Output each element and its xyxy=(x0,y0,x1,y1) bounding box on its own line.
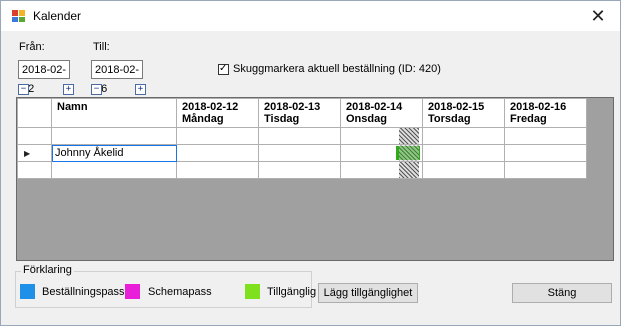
close-button[interactable]: Stäng xyxy=(512,283,612,303)
day-cell[interactable] xyxy=(340,161,423,179)
legend-label-bestallningspass: Beställningspass xyxy=(42,286,125,298)
name-cell[interactable] xyxy=(51,127,177,145)
table-row[interactable] xyxy=(17,161,587,179)
day-weekday: Tisdag xyxy=(264,113,300,125)
name-cell[interactable] xyxy=(51,161,177,179)
window-title: Kalender xyxy=(33,9,82,23)
day-cell[interactable] xyxy=(504,127,587,145)
column-header-day[interactable]: 2018-02-16 Fredag xyxy=(504,98,587,128)
current-row-arrow-icon: ▶ xyxy=(24,149,31,158)
day-cell[interactable] xyxy=(176,144,259,162)
header-row: Namn 2018-02-12 Måndag 2018-02-13 Tisdag… xyxy=(17,98,587,128)
day-date: 2018-02-13 xyxy=(264,101,321,113)
day-date: 2018-02-16 xyxy=(510,101,567,113)
day-date: 2018-02-14 xyxy=(346,101,403,113)
legend-swatch-schemapass xyxy=(125,284,140,299)
add-availability-button[interactable]: Lägg tillgänglighet xyxy=(318,283,418,303)
day-cell[interactable] xyxy=(340,144,423,162)
day-cell[interactable] xyxy=(258,161,341,179)
to-date-field[interactable]: 2018-02-16 xyxy=(91,60,143,95)
shadow-checkbox[interactable]: ✓ xyxy=(218,63,229,75)
day-date: 2018-02-12 xyxy=(182,101,239,113)
shadow-hatch xyxy=(399,162,419,178)
calendar-app-icon xyxy=(12,10,25,22)
close-window-button[interactable]: ✕ xyxy=(576,1,620,31)
shadow-hatch xyxy=(399,145,419,161)
row-header-current[interactable]: ▶ xyxy=(17,144,52,162)
day-weekday: Måndag xyxy=(182,113,224,125)
day-cell[interactable] xyxy=(176,127,259,145)
day-cell[interactable] xyxy=(422,161,505,179)
column-header-day[interactable]: 2018-02-12 Måndag xyxy=(176,98,259,128)
to-label: Till: xyxy=(93,41,110,53)
row-header[interactable] xyxy=(17,161,52,179)
legend-swatch-tillganglig xyxy=(245,284,260,299)
name-cell[interactable]: Johnny Åkelid xyxy=(51,144,177,162)
day-cell[interactable] xyxy=(176,161,259,179)
shadow-checkbox-label: Skuggmarkera aktuell beställning (ID: 42… xyxy=(233,63,441,75)
legend-title: Förklaring xyxy=(21,264,74,276)
day-weekday: Onsdag xyxy=(346,113,387,125)
day-cell[interactable] xyxy=(422,144,505,162)
table-row[interactable]: ▶ Johnny Åkelid xyxy=(17,144,587,162)
legend-label-schemapass: Schemapass xyxy=(148,286,212,298)
column-header-day[interactable]: 2018-02-15 Torsdag xyxy=(422,98,505,128)
from-plus-icon[interactable]: + xyxy=(63,84,74,95)
shadow-hatch xyxy=(399,128,419,144)
corner-header xyxy=(17,98,52,128)
column-header-day[interactable]: 2018-02-14 Onsdag xyxy=(340,98,423,128)
day-cell[interactable] xyxy=(504,144,587,162)
column-header-day[interactable]: 2018-02-13 Tisdag xyxy=(258,98,341,128)
to-minus-icon[interactable]: − xyxy=(91,84,102,95)
row-header[interactable] xyxy=(17,127,52,145)
day-cell[interactable] xyxy=(340,127,423,145)
to-plus-icon[interactable]: + xyxy=(135,84,146,95)
day-cell[interactable] xyxy=(258,127,341,145)
day-weekday: Torsdag xyxy=(428,113,471,125)
column-header-name[interactable]: Namn xyxy=(51,98,177,128)
day-cell[interactable] xyxy=(422,127,505,145)
checkmark-icon: ✓ xyxy=(219,63,228,74)
legend-label-tillganglig: Tillgänglig xyxy=(267,286,317,298)
table-row[interactable] xyxy=(17,127,587,145)
day-weekday: Fredag xyxy=(510,113,547,125)
calendar-table: Namn 2018-02-12 Måndag 2018-02-13 Tisdag… xyxy=(17,98,587,179)
title-bar: Kalender ✕ xyxy=(1,1,620,31)
from-minus-icon[interactable]: − xyxy=(18,84,29,95)
day-cell[interactable] xyxy=(504,161,587,179)
legend-swatch-bestallningspass xyxy=(20,284,35,299)
column-header-name-label: Namn xyxy=(57,101,88,113)
from-label: Från: xyxy=(19,41,45,53)
day-date: 2018-02-15 xyxy=(428,101,485,113)
kalender-window: Kalender ✕ Från: Till: 2018-02-12 2018-0… xyxy=(0,0,621,326)
legend-group: Förklaring Beställningspass Schemapass T… xyxy=(15,264,316,308)
day-cell[interactable] xyxy=(258,144,341,162)
close-icon: ✕ xyxy=(590,5,606,26)
calendar-grid[interactable]: Namn 2018-02-12 Måndag 2018-02-13 Tisdag… xyxy=(16,97,614,261)
from-date-field[interactable]: 2018-02-12 xyxy=(18,60,70,95)
